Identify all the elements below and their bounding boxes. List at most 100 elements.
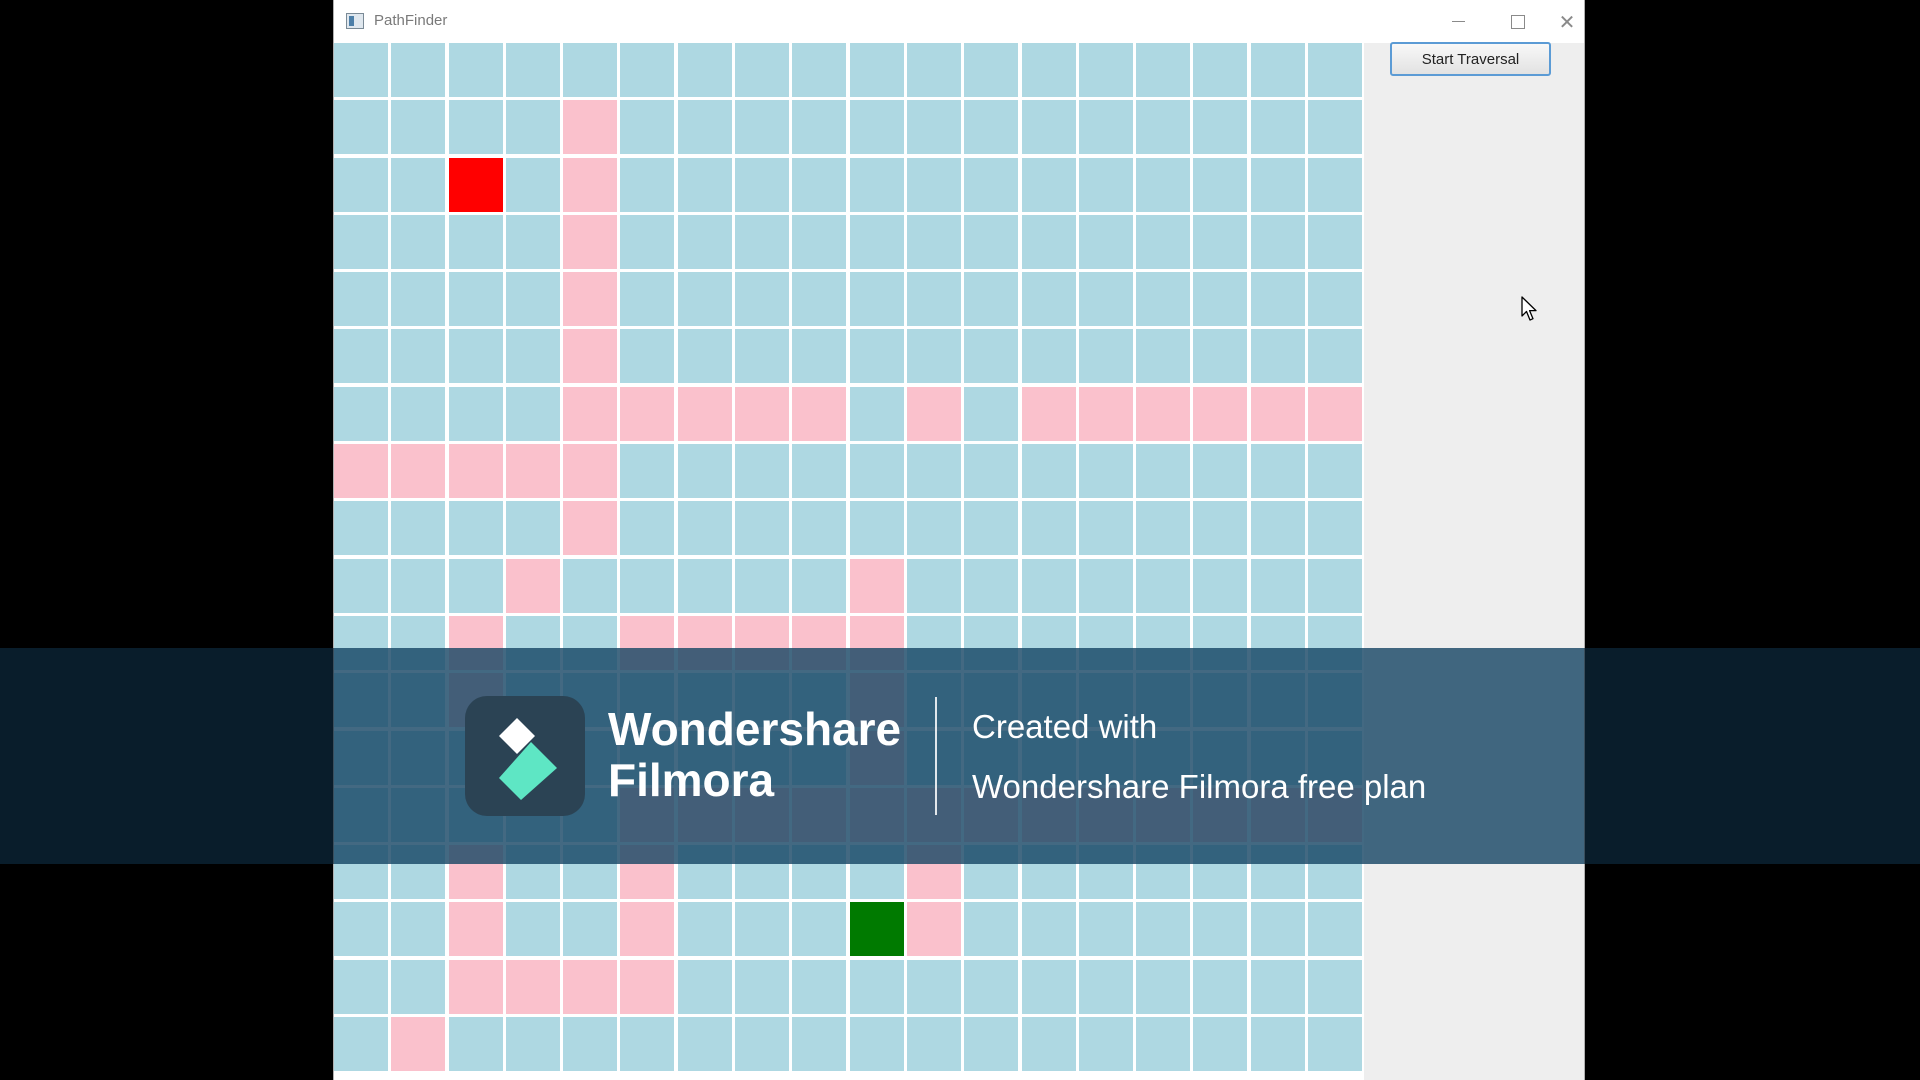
grid-cell-empty[interactable] xyxy=(391,501,446,556)
grid-cell-empty[interactable] xyxy=(1193,959,1248,1014)
grid-cell-empty[interactable] xyxy=(563,1017,618,1072)
grid-cell-empty[interactable] xyxy=(1193,444,1248,499)
grid-cell-empty[interactable] xyxy=(391,214,446,269)
grid-cell-empty[interactable] xyxy=(735,214,790,269)
grid-cell-empty[interactable] xyxy=(505,214,560,269)
grid-cell-empty[interactable] xyxy=(792,902,847,957)
grid-cell-wall[interactable] xyxy=(448,902,503,957)
grid-cell-empty[interactable] xyxy=(1250,959,1305,1014)
grid-cell-empty[interactable] xyxy=(1078,444,1133,499)
grid-cell-empty[interactable] xyxy=(1193,329,1248,384)
grid-cell-empty[interactable] xyxy=(1308,1017,1363,1072)
grid-cell-empty[interactable] xyxy=(620,501,675,556)
grid-cell-empty[interactable] xyxy=(792,214,847,269)
grid-cell-empty[interactable] xyxy=(906,329,961,384)
grid-cell-empty[interactable] xyxy=(792,444,847,499)
grid-cell-empty[interactable] xyxy=(334,214,388,269)
grid-cell-empty[interactable] xyxy=(620,100,675,155)
grid-cell-empty[interactable] xyxy=(964,100,1019,155)
grid-cell-empty[interactable] xyxy=(620,329,675,384)
grid-cell-empty[interactable] xyxy=(849,444,904,499)
grid-cell-empty[interactable] xyxy=(620,214,675,269)
grid-cell-wall[interactable] xyxy=(505,444,560,499)
grid-cell-empty[interactable] xyxy=(849,386,904,441)
grid-cell-empty[interactable] xyxy=(964,959,1019,1014)
grid-cell-empty[interactable] xyxy=(1308,444,1363,499)
grid-cell-empty[interactable] xyxy=(1193,214,1248,269)
grid-cell-empty[interactable] xyxy=(906,43,961,97)
grid-cell-empty[interactable] xyxy=(906,444,961,499)
grid-cell-empty[interactable] xyxy=(677,959,732,1014)
grid-cell-empty[interactable] xyxy=(906,157,961,212)
grid-cell-empty[interactable] xyxy=(906,501,961,556)
title-bar[interactable]: PathFinder ✕ xyxy=(334,0,1584,44)
grid-cell-empty[interactable] xyxy=(792,100,847,155)
grid-cell-empty[interactable] xyxy=(1136,43,1191,97)
grid-cell-empty[interactable] xyxy=(1193,100,1248,155)
grid-cell-empty[interactable] xyxy=(1021,43,1076,97)
grid-cell-empty[interactable] xyxy=(849,959,904,1014)
grid-cell-empty[interactable] xyxy=(1193,902,1248,957)
grid-cell-empty[interactable] xyxy=(334,902,388,957)
grid-cell-empty[interactable] xyxy=(1136,558,1191,613)
grid-cell-empty[interactable] xyxy=(735,959,790,1014)
grid-cell-empty[interactable] xyxy=(1021,214,1076,269)
grid-cell-empty[interactable] xyxy=(677,501,732,556)
grid-cell-empty[interactable] xyxy=(677,100,732,155)
grid-cell-empty[interactable] xyxy=(1136,214,1191,269)
grid-cell-wall[interactable] xyxy=(448,959,503,1014)
grid-cell-empty[interactable] xyxy=(448,501,503,556)
grid-cell-empty[interactable] xyxy=(563,558,618,613)
grid-cell-wall[interactable] xyxy=(677,386,732,441)
grid-cell-empty[interactable] xyxy=(1308,558,1363,613)
grid-cell-empty[interactable] xyxy=(620,444,675,499)
grid-cell-empty[interactable] xyxy=(334,100,388,155)
close-button[interactable]: ✕ xyxy=(1550,0,1584,43)
grid-cell-wall[interactable] xyxy=(1021,386,1076,441)
grid-cell-empty[interactable] xyxy=(677,558,732,613)
grid-cell-empty[interactable] xyxy=(735,501,790,556)
grid-cell-empty[interactable] xyxy=(1250,157,1305,212)
grid-cell-wall[interactable] xyxy=(1078,386,1133,441)
grid-cell-empty[interactable] xyxy=(849,43,904,97)
grid-cell-empty[interactable] xyxy=(1250,100,1305,155)
grid-cell-wall[interactable] xyxy=(448,444,503,499)
grid-cell-empty[interactable] xyxy=(792,157,847,212)
grid-cell-empty[interactable] xyxy=(964,329,1019,384)
grid-cell-empty[interactable] xyxy=(1021,959,1076,1014)
grid-cell-empty[interactable] xyxy=(1021,329,1076,384)
grid-cell-empty[interactable] xyxy=(849,157,904,212)
grid-cell-wall[interactable] xyxy=(1308,386,1363,441)
grid-cell-empty[interactable] xyxy=(792,558,847,613)
grid-cell-empty[interactable] xyxy=(1078,157,1133,212)
grid-cell-empty[interactable] xyxy=(1136,1017,1191,1072)
grid-cell-empty[interactable] xyxy=(1021,1017,1076,1072)
grid-cell-empty[interactable] xyxy=(620,558,675,613)
grid-cell-empty[interactable] xyxy=(1250,214,1305,269)
grid-cell-empty[interactable] xyxy=(792,329,847,384)
grid-cell-empty[interactable] xyxy=(677,1017,732,1072)
grid-cell-wall[interactable] xyxy=(563,329,618,384)
grid-cell-empty[interactable] xyxy=(1078,329,1133,384)
grid-cell-empty[interactable] xyxy=(849,501,904,556)
grid-cell-empty[interactable] xyxy=(849,329,904,384)
grid-cell-empty[interactable] xyxy=(1308,501,1363,556)
grid-cell-empty[interactable] xyxy=(1078,272,1133,327)
grid-cell-empty[interactable] xyxy=(1021,157,1076,212)
grid-cell-empty[interactable] xyxy=(505,386,560,441)
grid-cell-empty[interactable] xyxy=(735,902,790,957)
grid-cell-empty[interactable] xyxy=(1078,501,1133,556)
maximize-button[interactable] xyxy=(1488,0,1548,43)
grid-cell-wall[interactable] xyxy=(563,386,618,441)
grid-cell-empty[interactable] xyxy=(849,272,904,327)
grid-cell-empty[interactable] xyxy=(964,43,1019,97)
grid-cell-empty[interactable] xyxy=(1308,959,1363,1014)
grid-cell-empty[interactable] xyxy=(391,329,446,384)
grid-cell-empty[interactable] xyxy=(964,558,1019,613)
grid-cell-empty[interactable] xyxy=(391,100,446,155)
grid-cell-wall[interactable] xyxy=(735,386,790,441)
grid-cell-empty[interactable] xyxy=(1078,1017,1133,1072)
grid-cell-empty[interactable] xyxy=(677,902,732,957)
grid-cell-wall[interactable] xyxy=(563,157,618,212)
grid-cell-wall[interactable] xyxy=(563,214,618,269)
